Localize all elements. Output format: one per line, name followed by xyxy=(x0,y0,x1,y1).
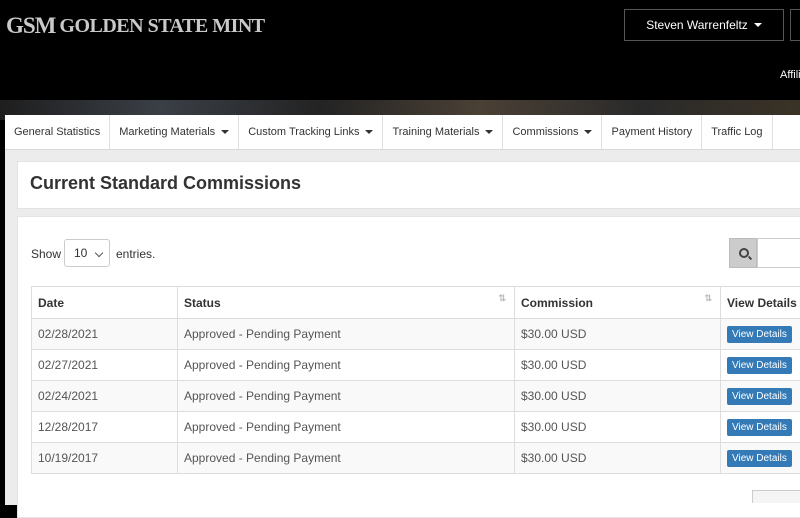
cell-details: View Details xyxy=(721,319,800,350)
site-header: GSM GOLDEN STATE MINT Steven Warrenfeltz… xyxy=(0,0,800,105)
view-details-button[interactable]: View Details xyxy=(727,450,792,467)
cell-details: View Details xyxy=(721,443,800,474)
chevron-down-icon xyxy=(95,249,103,257)
column-header-label: Status xyxy=(184,296,221,310)
cell-commission: $30.00 USD xyxy=(515,381,721,412)
nav-item-marketing-materials[interactable]: Marketing Materials xyxy=(110,115,239,149)
entries-select[interactable]: 10 xyxy=(64,239,110,267)
nav-item-label: Payment History xyxy=(611,126,692,138)
view-details-button[interactable]: View Details xyxy=(727,388,792,405)
main-content: General Statistics Marketing Materials Cus… xyxy=(5,115,800,505)
cell-date: 02/27/2021 xyxy=(32,350,178,381)
search-button[interactable] xyxy=(729,238,757,268)
column-header-label: Commission xyxy=(521,296,593,310)
nav-item-payment-history[interactable]: Payment History xyxy=(602,115,702,149)
sort-icon: ⇅ xyxy=(704,293,712,304)
caret-down-icon xyxy=(365,130,373,134)
view-details-button[interactable]: View Details xyxy=(727,357,792,374)
affiliate-nav: General Statistics Marketing Materials Cus… xyxy=(5,115,800,150)
title-panel: Current Standard Commissions xyxy=(17,161,800,209)
cell-details: View Details xyxy=(721,350,800,381)
table-row: 02/24/2021Approved - Pending Payment$30.… xyxy=(32,381,800,412)
cell-details: View Details xyxy=(721,381,800,412)
cell-status: Approved - Pending Payment xyxy=(178,443,515,474)
table-row: 12/28/2017Approved - Pending Payment$30.… xyxy=(32,412,800,443)
entries-label: entries. xyxy=(116,247,155,261)
view-details-button[interactable]: View Details xyxy=(727,419,792,436)
nav-item-label: Training Materials xyxy=(392,126,479,138)
cell-status: Approved - Pending Payment xyxy=(178,350,515,381)
table-row: 02/28/2021Approved - Pending Payment$30.… xyxy=(32,319,800,350)
nav-item-label: Custom Tracking Links xyxy=(248,126,359,138)
cell-date: 02/24/2021 xyxy=(32,381,178,412)
pagination-control[interactable] xyxy=(752,490,800,503)
column-header-label: View Details xyxy=(727,296,797,310)
nav-item-label: Commissions xyxy=(512,126,578,138)
caret-down-icon xyxy=(584,130,592,134)
nav-item-traffic-log[interactable]: Traffic Log xyxy=(702,115,772,149)
show-label: Show xyxy=(31,247,61,261)
commissions-table: Date Status ⇅ Commission ⇅ View Details … xyxy=(31,286,800,474)
logo-text: GOLDEN STATE MINT xyxy=(59,15,264,38)
cell-date: 12/28/2017 xyxy=(32,412,178,443)
nav-item-label: Marketing Materials xyxy=(119,126,215,138)
cell-date: 10/19/2017 xyxy=(32,443,178,474)
column-header-label: Date xyxy=(38,296,64,310)
cell-date: 02/28/2021 xyxy=(32,319,178,350)
column-header-status[interactable]: Status ⇅ xyxy=(178,287,515,319)
page-title: Current Standard Commissions xyxy=(30,173,301,194)
logo-mark: GSM xyxy=(6,13,55,39)
column-header-details[interactable]: View Details xyxy=(721,287,800,319)
caret-down-icon xyxy=(754,23,762,27)
view-details-button[interactable]: View Details xyxy=(727,326,792,343)
nav-item-custom-tracking-links[interactable]: Custom Tracking Links xyxy=(239,115,383,149)
search-input[interactable] xyxy=(757,238,800,268)
column-header-date[interactable]: Date xyxy=(32,287,178,319)
column-header-commission[interactable]: Commission ⇅ xyxy=(515,287,721,319)
search-icon xyxy=(739,248,749,258)
nav-item-label: General Statistics xyxy=(14,126,100,138)
cell-status: Approved - Pending Payment xyxy=(178,412,515,443)
user-name: Steven Warrenfeltz xyxy=(646,18,748,32)
affiliate-link[interactable]: Affili xyxy=(780,69,800,81)
nav-item-label: Traffic Log xyxy=(711,126,762,138)
nav-item-general-statistics[interactable]: General Statistics xyxy=(5,115,110,149)
cell-commission: $30.00 USD xyxy=(515,443,721,474)
cell-commission: $30.00 USD xyxy=(515,350,721,381)
table-header-row: Date Status ⇅ Commission ⇅ View Details xyxy=(32,287,800,319)
cell-status: Approved - Pending Payment xyxy=(178,381,515,412)
caret-down-icon xyxy=(485,130,493,134)
sort-icon: ⇅ xyxy=(498,293,506,304)
table-row: 02/27/2021Approved - Pending Payment$30.… xyxy=(32,350,800,381)
cell-details: View Details xyxy=(721,412,800,443)
nav-item-commissions[interactable]: Commissions xyxy=(503,115,602,149)
header-extra-button[interactable] xyxy=(790,9,800,41)
cell-commission: $30.00 USD xyxy=(515,412,721,443)
nav-item-training-materials[interactable]: Training Materials xyxy=(383,115,503,149)
brand-logo[interactable]: GSM GOLDEN STATE MINT xyxy=(6,13,265,39)
cell-status: Approved - Pending Payment xyxy=(178,319,515,350)
table-row: 10/19/2017Approved - Pending Payment$30.… xyxy=(32,443,800,474)
caret-down-icon xyxy=(221,130,229,134)
entries-value: 10 xyxy=(74,246,87,260)
cell-commission: $30.00 USD xyxy=(515,319,721,350)
user-menu-button[interactable]: Steven Warrenfeltz xyxy=(624,9,784,41)
commissions-panel: Show 10 entries. Date Status ⇅ xyxy=(17,216,800,518)
